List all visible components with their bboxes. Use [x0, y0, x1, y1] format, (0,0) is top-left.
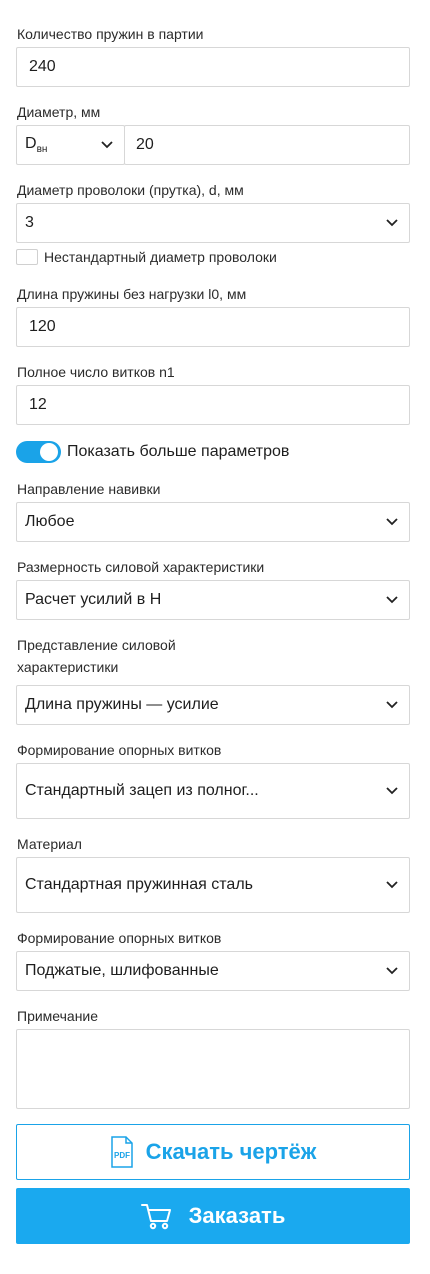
force-units-select[interactable]: Расчет усилий в Н — [16, 580, 410, 620]
toggle-knob — [40, 443, 58, 461]
diameter-type-select[interactable]: Dвн — [16, 125, 125, 165]
force-representation-select[interactable]: Длина пружины — усилие — [16, 685, 410, 725]
support-turns-2-label: Формирование опорных витков — [17, 930, 222, 946]
support-turns-value: Стандартный зацеп из полног... — [25, 782, 259, 799]
force-units-value: Расчет усилий в Н — [25, 591, 162, 608]
svg-text:PDF: PDF — [114, 1151, 130, 1160]
force-units-label: Размерность силовой характеристики — [17, 559, 265, 575]
note-textarea[interactable] — [16, 1029, 410, 1109]
chevron-down-icon — [386, 787, 398, 795]
order-label: Заказать — [188, 1203, 286, 1228]
download-drawing-label: Скачать чертёж — [145, 1139, 317, 1164]
winding-direction-select[interactable]: Любое — [16, 502, 410, 542]
wire-diameter-value: 3 — [25, 214, 34, 231]
support-turns-2-value: Поджатые, шлифованные — [25, 962, 219, 979]
free-length-input[interactable]: 120 — [16, 307, 410, 347]
winding-direction-value: Любое — [25, 513, 75, 530]
total-turns-label: Полное число витков n1 — [17, 364, 175, 380]
diameter-input[interactable]: 20 — [124, 125, 410, 165]
chevron-down-icon — [386, 881, 398, 889]
force-representation-value: Длина пружины — усилие — [25, 696, 219, 713]
pdf-file-icon: PDF — [110, 1136, 133, 1168]
chevron-down-icon — [101, 141, 113, 149]
material-select[interactable]: Стандартная пружинная сталь — [16, 857, 410, 913]
chevron-down-icon — [386, 701, 398, 709]
more-params-label[interactable]: Показать больше параметров — [67, 437, 289, 467]
nonstandard-wire-checkbox[interactable] — [16, 249, 38, 265]
nonstandard-wire-label[interactable]: Нестандартный диаметр проволоки — [44, 243, 277, 271]
support-turns-2-select[interactable]: Поджатые, шлифованные — [16, 951, 410, 991]
chevron-down-icon — [386, 967, 398, 975]
note-label: Примечание — [17, 1008, 99, 1024]
cart-icon — [140, 1204, 171, 1230]
more-params-toggle[interactable] — [16, 441, 61, 463]
quantity-input[interactable]: 240 — [16, 47, 410, 87]
material-label: Материал — [17, 836, 82, 852]
chevron-down-icon — [386, 219, 398, 227]
chevron-down-icon — [386, 596, 398, 604]
order-button[interactable]: Заказать — [16, 1188, 410, 1244]
winding-direction-label: Направление навивки — [17, 481, 161, 497]
force-representation-label-2: характеристики — [17, 659, 119, 675]
wire-diameter-label: Диаметр проволоки (прутка), d, мм — [17, 182, 244, 198]
support-turns-select[interactable]: Стандартный зацеп из полног... — [16, 763, 410, 819]
free-length-label: Длина пружины без нагрузки l0, мм — [17, 286, 247, 302]
support-turns-label: Формирование опорных витков — [17, 742, 222, 758]
quantity-label: Количество пружин в партии — [17, 26, 204, 42]
diameter-type-value: Dвн — [25, 134, 48, 156]
total-turns-input[interactable]: 12 — [16, 385, 410, 425]
chevron-down-icon — [386, 518, 398, 526]
diameter-label: Диаметр, мм — [17, 104, 101, 120]
download-drawing-button[interactable]: PDF Скачать чертёж — [16, 1124, 410, 1180]
material-value: Стандартная пружинная сталь — [25, 876, 253, 893]
wire-diameter-select[interactable]: 3 — [16, 203, 410, 243]
